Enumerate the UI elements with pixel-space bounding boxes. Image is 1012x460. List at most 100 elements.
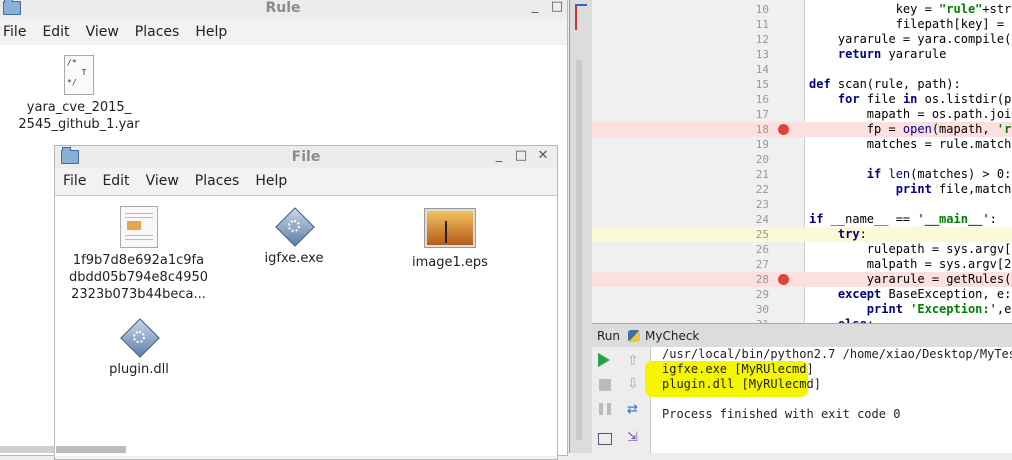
line-number: 15 — [755, 78, 769, 91]
code-line[interactable]: 18 fp = open(mapath, 'rb — [592, 122, 1012, 137]
code-text: def scan(rule, path): — [809, 77, 961, 91]
file-window-titlebar[interactable]: File _ □ ✕ — [55, 146, 557, 168]
code-text: malpath = sys.argv[2] — [809, 257, 1012, 271]
run-panel: ⇧ ⇩ ⇄ ⇲ /usr/local/bin/python2.7 /home/x… — [592, 347, 1012, 453]
code-line[interactable]: 28 yararule = getRules(r — [592, 272, 1012, 287]
stop-icon[interactable] — [599, 379, 611, 391]
file-item-hash[interactable]: 1f9b7d8e692a1c9fa dbdd05b794e8c4950 2323… — [61, 206, 216, 303]
breakpoint-icon[interactable] — [778, 124, 789, 135]
line-number: 30 — [755, 303, 769, 316]
console-finish-line: Process finished with exit code 0 — [662, 407, 901, 421]
code-text: print 'Exception:',e. — [866, 302, 1012, 316]
ide-side-toolstrip — [569, 0, 592, 453]
code-line[interactable]: 12 yararule = yara.compile(f — [592, 32, 1012, 47]
minimize-button[interactable]: _ — [527, 0, 543, 14]
code-text: return yararule — [837, 47, 947, 61]
code-line[interactable]: 16 for file in os.listdir(pa — [592, 92, 1012, 107]
line-number: 26 — [755, 243, 769, 256]
pause-icon[interactable] — [599, 403, 611, 415]
line-number: 17 — [755, 108, 769, 121]
run-toolwindow-header: Run MyCheck — [592, 323, 1012, 348]
menu-help[interactable]: Help — [248, 173, 296, 189]
file-item-yar[interactable]: /* T */ yara_cve_2015_ 2545_github_1.yar — [13, 55, 145, 133]
line-number: 22 — [755, 183, 769, 196]
code-text: try: — [837, 227, 867, 241]
code-line[interactable]: 21 if len(matches) > 0: — [592, 167, 1012, 182]
code-line[interactable]: 20 — [592, 152, 1012, 167]
code-line[interactable]: 27 malpath = sys.argv[2] — [592, 257, 1012, 272]
menu-view[interactable]: View — [139, 173, 188, 189]
line-number: 10 — [755, 3, 769, 16]
line-number: 12 — [755, 33, 769, 46]
code-text: key = "rule"+str(inde — [809, 2, 1012, 16]
console-output-line: plugin.dll [MyRUlecmd] — [662, 377, 821, 391]
rule-menubar: File Edit View Places Help — [0, 21, 567, 43]
file-item-image[interactable]: image1.eps — [395, 206, 505, 271]
code-line[interactable]: 14 — [592, 62, 1012, 77]
document-image-icon — [119, 206, 158, 248]
minimize-button[interactable]: _ — [491, 148, 507, 163]
file-label: plugin.dll — [109, 362, 169, 377]
down-arrow-icon[interactable]: ⇩ — [627, 376, 643, 392]
line-number: 14 — [755, 63, 769, 76]
code-line[interactable]: 26 rulepath = sys.argv[1 — [592, 242, 1012, 257]
code-line[interactable]: 22 print file,matche — [592, 182, 1012, 197]
maximize-button[interactable]: □ — [549, 0, 565, 14]
code-text: for file in os.listdir(pa — [837, 92, 1012, 106]
code-line[interactable]: 10 key = "rule"+str(inde — [592, 2, 1012, 17]
line-number: 13 — [755, 48, 769, 61]
file-item-plugin[interactable]: plugin.dll — [84, 317, 194, 378]
line-number: 18 — [755, 123, 769, 136]
executable-icon — [274, 206, 315, 247]
close-button[interactable]: ✕ — [535, 148, 551, 163]
code-line[interactable]: 23 — [592, 197, 1012, 212]
taskbar-item-file[interactable] — [56, 446, 126, 453]
up-arrow-icon[interactable]: ⇧ — [627, 353, 643, 369]
code-line[interactable]: 25 try: — [592, 227, 1012, 242]
soft-wrap-icon[interactable]: ⇄ — [627, 402, 643, 418]
menu-help[interactable]: Help — [188, 24, 236, 40]
layout-icon[interactable] — [598, 433, 612, 445]
scrollbar[interactable] — [576, 60, 582, 440]
menu-file[interactable]: File — [0, 24, 35, 40]
structure-icon[interactable] — [575, 4, 587, 30]
rule-window-title: Rule — [265, 0, 301, 16]
code-text: matches = rule.match( — [809, 137, 1012, 151]
run-config-name[interactable]: MyCheck — [645, 329, 699, 343]
file-content: 1f9b7d8e692a1c9fa dbdd05b794e8c4950 2323… — [55, 195, 557, 456]
line-number: 29 — [755, 288, 769, 301]
code-line[interactable]: 24 if __name__ == '__main__': — [592, 212, 1012, 227]
maximize-button[interactable]: □ — [513, 148, 529, 163]
code-text: mapath = os.path.join — [809, 107, 1012, 121]
code-text: filepath[key] = rupat — [895, 17, 1012, 31]
run-tab-label[interactable]: Run — [597, 329, 620, 343]
code-line[interactable]: 19 matches = rule.match( — [592, 137, 1012, 152]
code-editor[interactable]: 10 key = "rule"+str(inde11 filepath[key]… — [592, 0, 1012, 323]
file-label: yara_cve_2015_ 2545_github_1.yar — [18, 100, 140, 132]
code-line[interactable]: 13 return yararule — [592, 47, 1012, 62]
file-menubar: File Edit View Places Help — [55, 170, 557, 192]
code-line[interactable]: 30 print 'Exception:',e. — [592, 302, 1012, 317]
menu-file[interactable]: File — [55, 173, 95, 189]
code-text: fp = open(mapath, 'rb — [809, 122, 1012, 136]
python-icon — [628, 329, 641, 342]
code-line[interactable]: 15 def scan(rule, path): — [592, 77, 1012, 92]
text-file-icon: /* T */ — [64, 55, 94, 95]
code-line[interactable]: 11 filepath[key] = rupat — [592, 17, 1012, 32]
file-item-igfxe[interactable]: igfxe.exe — [239, 206, 349, 267]
menu-places[interactable]: Places — [188, 173, 249, 189]
line-number: 27 — [755, 258, 769, 271]
code-text: if len(matches) > 0: — [866, 167, 1012, 181]
rule-window-titlebar[interactable]: Rule _ □ — [0, 0, 567, 19]
menu-places[interactable]: Places — [128, 24, 189, 40]
menu-view[interactable]: View — [79, 24, 128, 40]
code-line[interactable]: 17 mapath = os.path.join — [592, 107, 1012, 122]
menu-edit[interactable]: Edit — [35, 24, 78, 40]
executable-icon — [119, 317, 160, 358]
breakpoint-icon[interactable] — [778, 274, 789, 285]
import-icon[interactable]: ⇲ — [627, 430, 643, 446]
code-line[interactable]: 29 except BaseException, e: — [592, 287, 1012, 302]
rerun-icon[interactable] — [598, 353, 610, 367]
taskbar-item-rule[interactable] — [0, 446, 54, 453]
menu-edit[interactable]: Edit — [95, 173, 138, 189]
